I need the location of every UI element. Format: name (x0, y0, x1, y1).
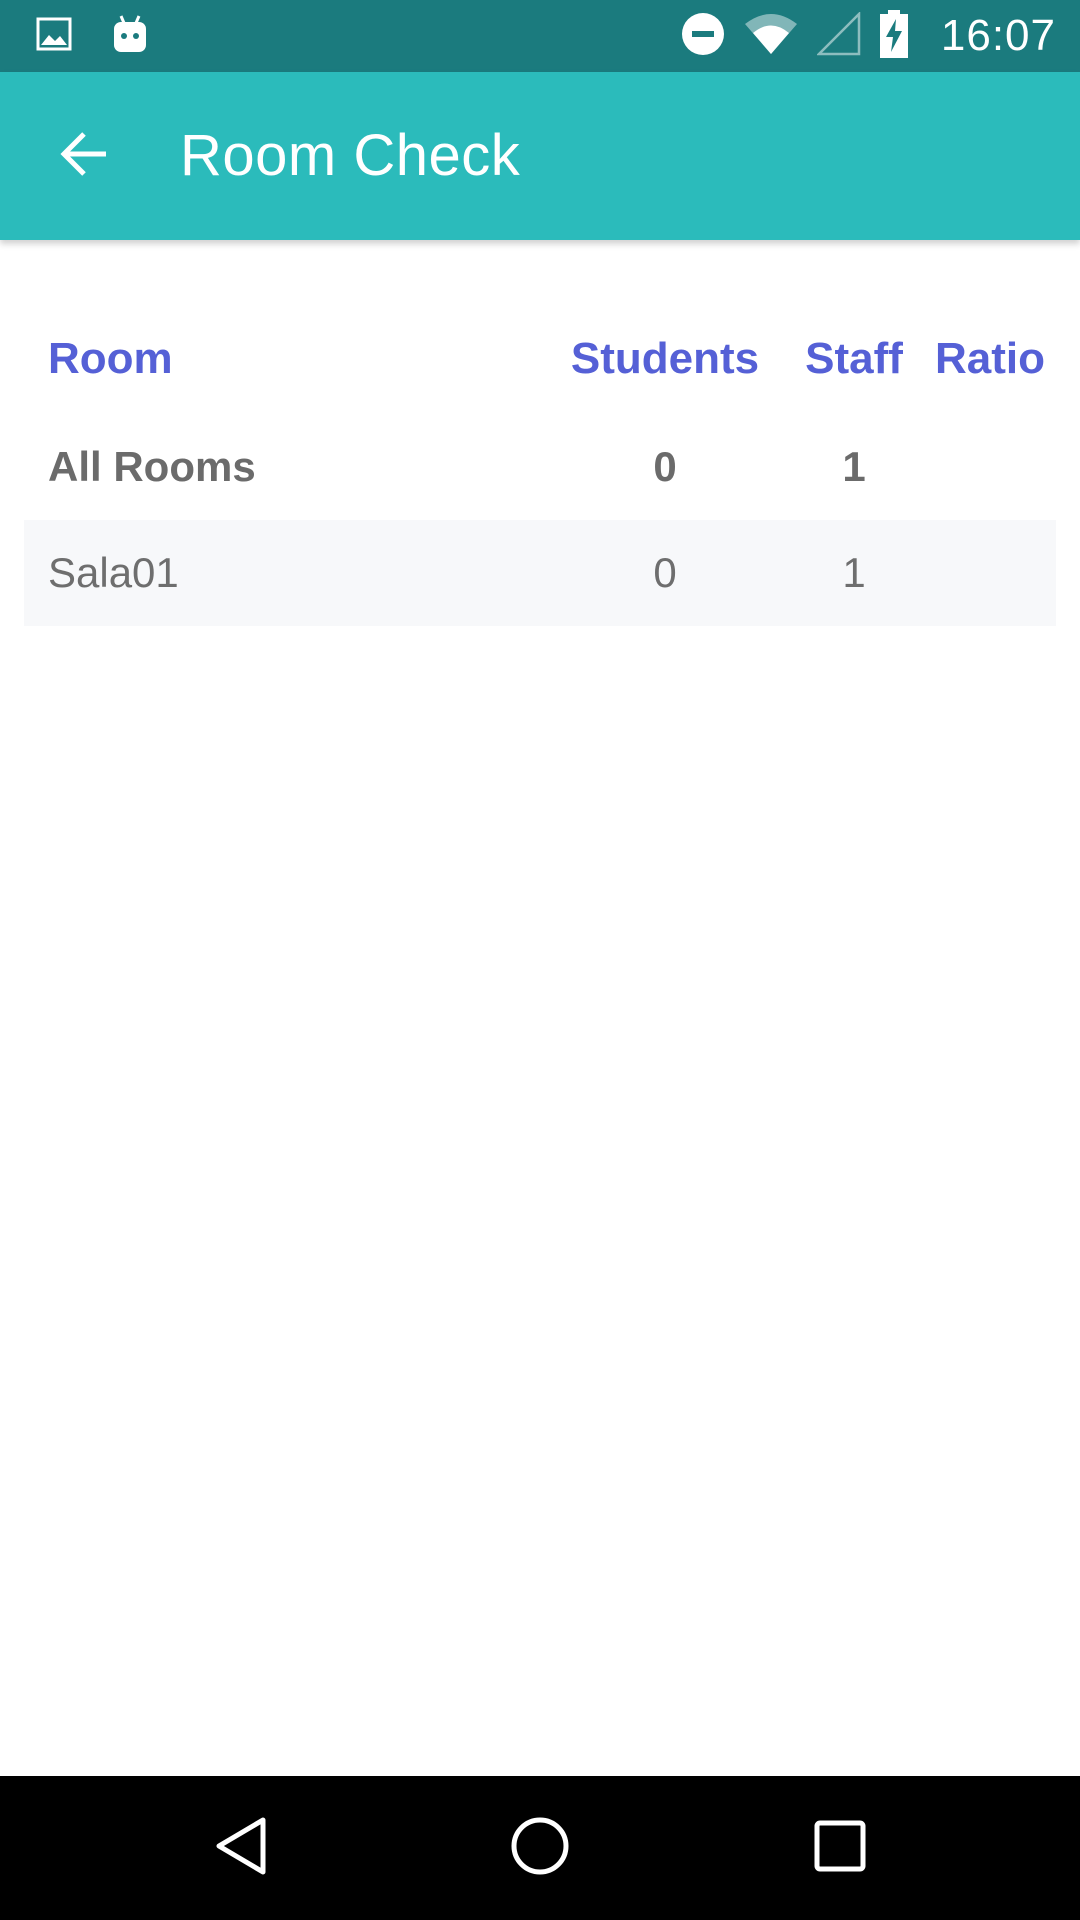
android-icon (112, 14, 148, 59)
back-triangle-icon (211, 1814, 271, 1883)
nav-recents-button[interactable] (790, 1798, 890, 1898)
arrow-back-icon (58, 130, 110, 183)
header-room[interactable]: Room (48, 304, 173, 414)
status-bar: 16:07 (0, 0, 1080, 72)
nav-home-button[interactable] (490, 1798, 590, 1898)
nav-back-button[interactable] (191, 1798, 291, 1898)
battery-charging-icon (879, 9, 909, 63)
header-staff[interactable]: Staff (766, 304, 942, 414)
home-circle-icon (508, 1814, 572, 1883)
table-header: Room Students Staff Ratio (24, 304, 1056, 414)
row-room: Sala01 (48, 549, 179, 596)
navigation-bar (0, 1776, 1080, 1920)
do-not-disturb-icon (681, 12, 725, 61)
status-bar-time: 16:07 (940, 11, 1056, 60)
status-bar-right: 16:07 (681, 8, 1056, 64)
back-button[interactable] (38, 110, 130, 202)
page-title: Room Check (180, 123, 521, 188)
screen: 16:07 Room Check Room Students Staff Rat… (0, 0, 1080, 1920)
summary-ratio (924, 414, 1056, 520)
status-bar-left (36, 12, 148, 60)
summary-staff: 1 (842, 443, 866, 490)
summary-row[interactable]: All Rooms 0 1 (24, 414, 1056, 520)
summary-room: All Rooms (48, 443, 256, 490)
header-students[interactable]: Students (524, 304, 806, 414)
room-check-table: Room Students Staff Ratio All Rooms 0 1 … (24, 240, 1056, 626)
header-ratio[interactable]: Ratio (924, 304, 1056, 414)
table-row[interactable]: Sala01 0 1 (24, 520, 1056, 626)
row-students: 0 (653, 549, 677, 596)
cell-signal-icon (815, 10, 861, 61)
recents-square-icon (812, 1818, 868, 1879)
image-icon (36, 17, 72, 56)
wifi-icon (743, 12, 799, 61)
summary-students: 0 (653, 443, 677, 490)
row-staff: 1 (842, 549, 866, 596)
app-bar: Room Check (0, 72, 1080, 240)
row-ratio (924, 520, 1056, 626)
